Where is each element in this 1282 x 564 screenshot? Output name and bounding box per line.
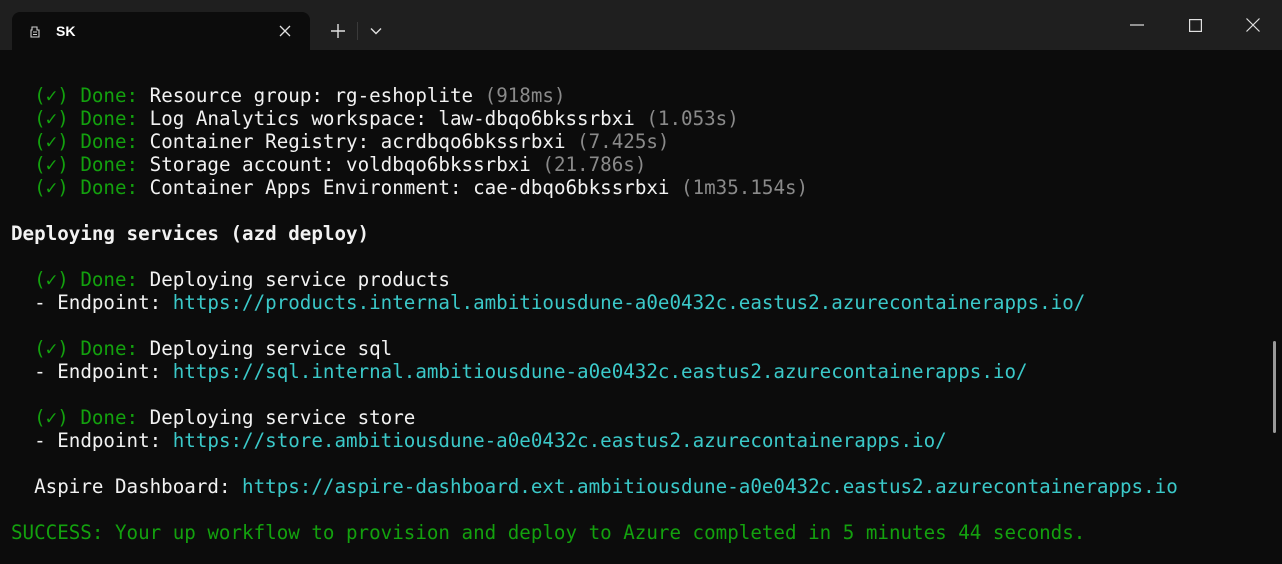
dashboard-line: Aspire Dashboard: https://aspire-dashboa… bbox=[11, 475, 1178, 498]
tab-title: SK bbox=[56, 23, 76, 39]
maximize-icon[interactable] bbox=[1172, 0, 1218, 50]
status-done: (✓) Done: bbox=[34, 268, 150, 291]
duration: (918ms) bbox=[484, 84, 566, 107]
provision-line: (✓) Done: Container Registry: acrdbqo6bk… bbox=[11, 130, 669, 153]
minimize-icon[interactable] bbox=[1114, 0, 1160, 50]
scrollbar-thumb[interactable] bbox=[1273, 341, 1276, 433]
service-label: Deploying service store bbox=[149, 406, 416, 429]
duration: (1m35.154s) bbox=[681, 176, 809, 199]
service-line: (✓) Done: Deploying service sql bbox=[11, 337, 392, 360]
duration: (7.425s) bbox=[577, 130, 670, 153]
provision-line: (✓) Done: Storage account: voldbqo6bkssr… bbox=[11, 153, 646, 176]
status-done: (✓) Done: bbox=[34, 107, 150, 130]
status-done: (✓) Done: bbox=[34, 176, 150, 199]
endpoint-line: - Endpoint: https://sql.internal.ambitio… bbox=[11, 360, 1028, 383]
resource-name: Container Registry: acrdbqo6bkssrbxi bbox=[149, 130, 578, 153]
endpoint-link[interactable]: https://store.ambitiousdune-a0e0432c.eas… bbox=[173, 429, 947, 452]
service-label: Deploying service sql bbox=[149, 337, 393, 360]
endpoint-line: - Endpoint: https://products.internal.am… bbox=[11, 291, 1085, 314]
resource-name: Container Apps Environment: cae-dbqo6bks… bbox=[149, 176, 682, 199]
resource-name: Resource group: rg-eshoplite bbox=[149, 84, 485, 107]
service-line: (✓) Done: Deploying service store bbox=[11, 406, 415, 429]
resource-name: Storage account: voldbqo6bkssrbxi bbox=[149, 153, 543, 176]
duration: (21.786s) bbox=[542, 153, 647, 176]
deploy-heading: Deploying services (azd deploy) bbox=[11, 222, 370, 245]
endpoint-label: - Endpoint: bbox=[34, 360, 173, 383]
title-bar: SK bbox=[0, 0, 1282, 50]
chevron-down-icon[interactable] bbox=[360, 16, 392, 46]
tab-sk[interactable]: SK bbox=[12, 12, 310, 50]
scrollbar[interactable] bbox=[1270, 50, 1282, 564]
provision-line: (✓) Done: Resource group: rg-eshoplite (… bbox=[11, 84, 566, 107]
duration: (1.053s) bbox=[646, 107, 739, 130]
service-line: (✓) Done: Deploying service products bbox=[11, 268, 450, 291]
endpoint-link[interactable]: https://products.internal.ambitiousdune-… bbox=[173, 291, 1086, 314]
provision-line: (✓) Done: Container Apps Environment: ca… bbox=[11, 176, 808, 199]
success-message: SUCCESS: Your up workflow to provision a… bbox=[11, 521, 1086, 544]
status-done: (✓) Done: bbox=[34, 406, 150, 429]
resource-name: Log Analytics workspace: law-dbqo6bkssrb… bbox=[149, 107, 647, 130]
endpoint-label: - Endpoint: bbox=[34, 429, 173, 452]
status-done: (✓) Done: bbox=[34, 84, 150, 107]
endpoint-link[interactable]: https://sql.internal.ambitiousdune-a0e04… bbox=[173, 360, 1028, 383]
status-done: (✓) Done: bbox=[34, 153, 150, 176]
status-done: (✓) Done: bbox=[34, 130, 150, 153]
dashboard-link[interactable]: https://aspire-dashboard.ext.ambitiousdu… bbox=[242, 475, 1178, 498]
tab-divider bbox=[357, 22, 358, 40]
dashboard-label: Aspire Dashboard: bbox=[34, 475, 243, 498]
endpoint-line: - Endpoint: https://store.ambitiousdune-… bbox=[11, 429, 947, 452]
close-tab-icon[interactable] bbox=[274, 20, 296, 42]
close-window-icon[interactable] bbox=[1230, 0, 1276, 50]
terminal-output[interactable]: (✓) Done: Resource group: rg-eshoplite (… bbox=[0, 50, 1270, 564]
plus-icon[interactable] bbox=[322, 16, 354, 46]
endpoint-label: - Endpoint: bbox=[34, 291, 173, 314]
provision-line: (✓) Done: Log Analytics workspace: law-d… bbox=[11, 107, 739, 130]
status-done: (✓) Done: bbox=[34, 337, 150, 360]
service-label: Deploying service products bbox=[149, 268, 450, 291]
terminal-profile-icon bbox=[28, 24, 42, 38]
